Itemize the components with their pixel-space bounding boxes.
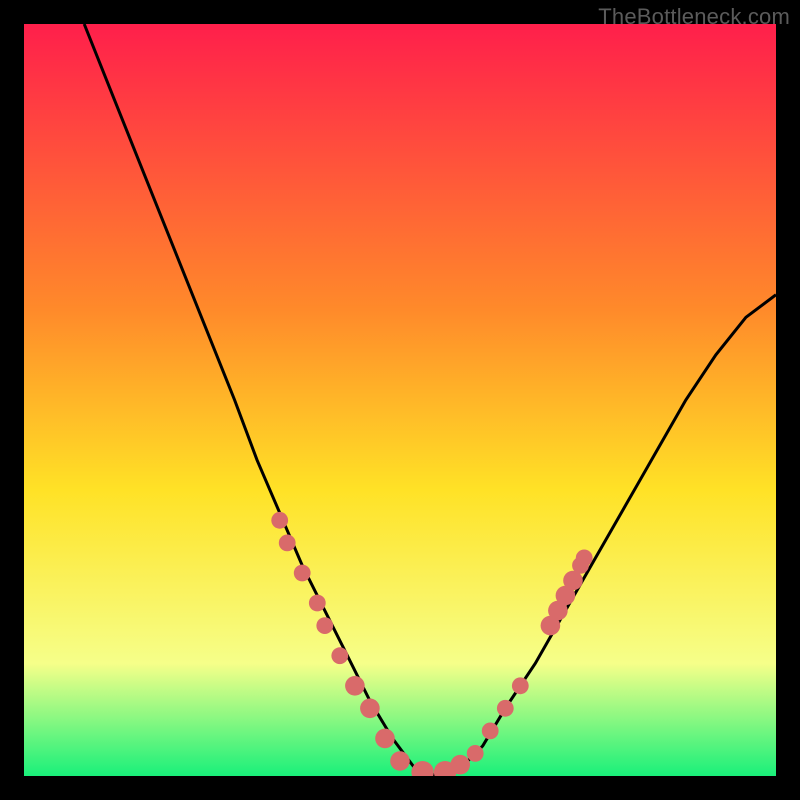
curve-marker [331, 647, 348, 664]
curve-marker [390, 751, 410, 771]
curve-marker [482, 723, 499, 740]
bottleneck-chart [24, 24, 776, 776]
curve-marker [375, 729, 395, 749]
curve-marker [316, 617, 333, 634]
gradient-background [24, 24, 776, 776]
curve-marker [271, 512, 288, 529]
curve-marker [294, 565, 311, 582]
curve-marker [279, 535, 296, 552]
chart-frame [24, 24, 776, 776]
curve-marker [360, 699, 380, 719]
curve-marker [576, 550, 593, 567]
curve-marker [512, 677, 529, 694]
curve-marker [345, 676, 365, 696]
curve-marker [309, 595, 326, 612]
curve-marker [497, 700, 514, 717]
curve-marker [467, 745, 484, 762]
watermark-text: TheBottleneck.com [598, 4, 790, 30]
curve-marker [450, 755, 470, 775]
